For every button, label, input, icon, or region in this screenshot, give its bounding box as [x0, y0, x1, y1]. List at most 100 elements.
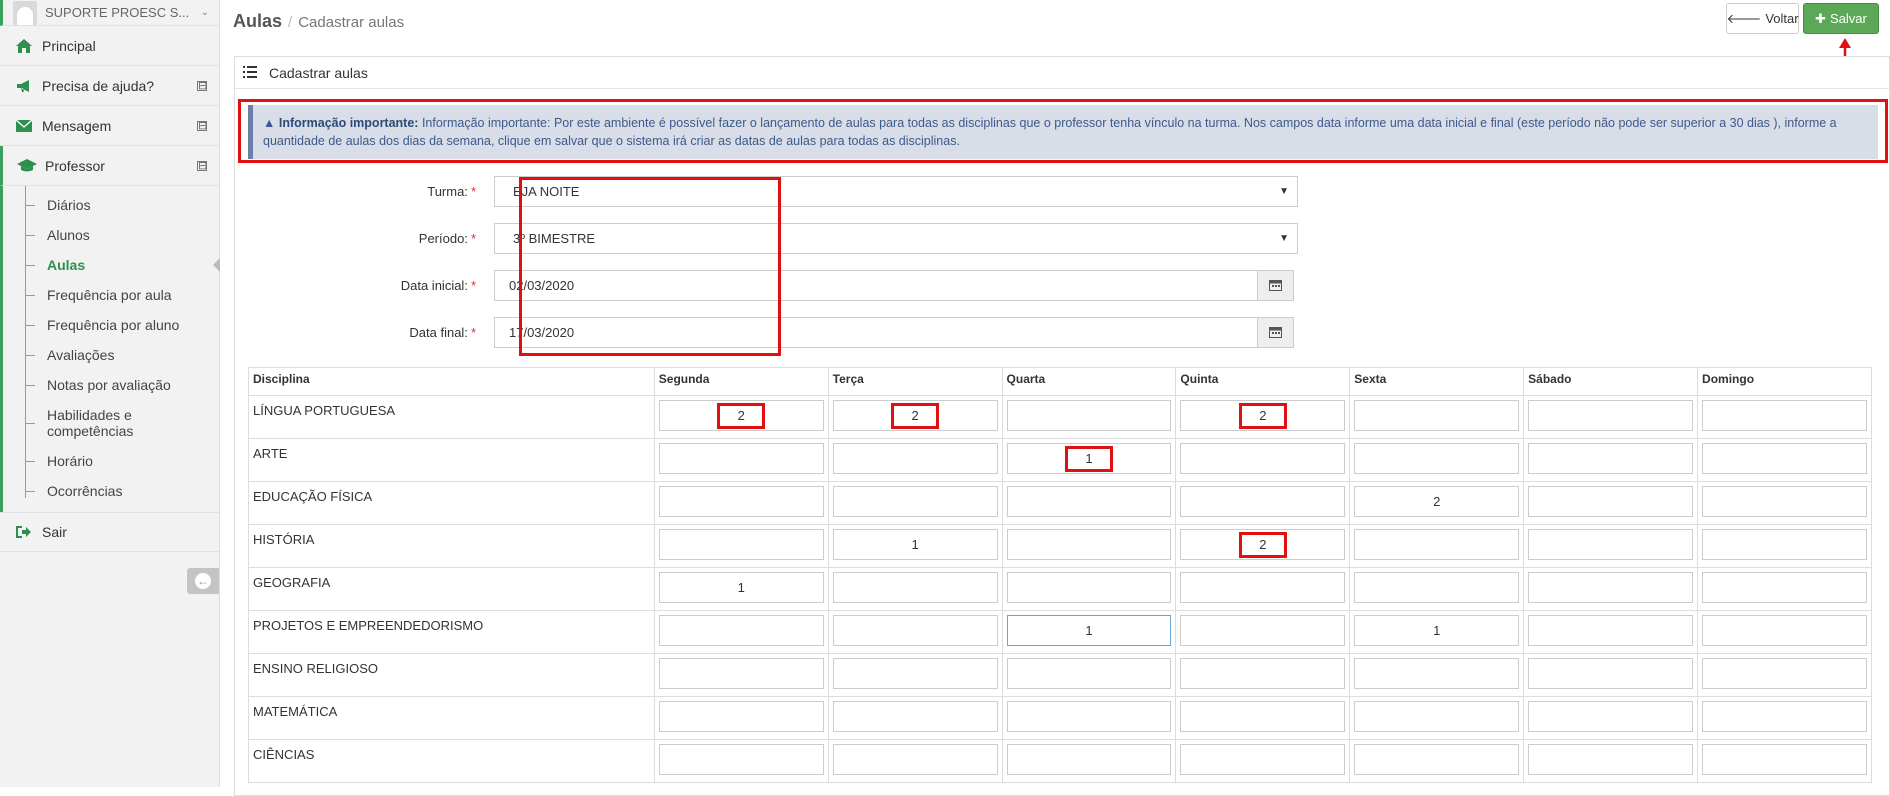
- collapse-toggle-icon[interactable]: ⊟: [197, 80, 207, 91]
- aulas-count-input[interactable]: [1006, 701, 1172, 732]
- aulas-count-input[interactable]: [1180, 658, 1346, 689]
- aulas-count-input[interactable]: [1354, 529, 1520, 560]
- aulas-count-input[interactable]: [1702, 744, 1867, 775]
- salvar-button[interactable]: ✚ Salvar: [1803, 3, 1879, 34]
- aulas-count-input[interactable]: [658, 443, 824, 474]
- aulas-count-input[interactable]: [1180, 572, 1346, 603]
- periodo-select[interactable]: 3º BIMESTRE ▼: [494, 222, 1298, 254]
- sidebar-subitem-alunos[interactable]: Alunos: [3, 220, 219, 250]
- aulas-count-input[interactable]: [658, 744, 824, 775]
- aulas-count-input[interactable]: [1702, 572, 1867, 603]
- aulas-count-input[interactable]: [1702, 400, 1867, 431]
- aulas-count-input[interactable]: [658, 615, 824, 646]
- sidebar-item-sair[interactable]: Sair: [0, 512, 219, 552]
- sidebar-subitem-avaliacoes[interactable]: Avaliações: [3, 340, 219, 370]
- aulas-count-input[interactable]: [1180, 615, 1346, 646]
- aulas-count-input[interactable]: [832, 658, 998, 689]
- sidebar-item-professor[interactable]: Professor ⊟: [0, 146, 219, 186]
- sidebar-item-principal[interactable]: Principal: [0, 26, 219, 66]
- sidebar-subitem-diarios[interactable]: Diários: [3, 190, 219, 220]
- value-highlight-box: [891, 402, 940, 429]
- list-icon: [243, 65, 257, 81]
- sidebar-subitem-habilidades[interactable]: Habilidades e competências: [3, 400, 219, 446]
- aulas-count-input[interactable]: [1354, 443, 1520, 474]
- aulas-count-input[interactable]: [1528, 615, 1694, 646]
- aulas-count-input[interactable]: [1702, 486, 1867, 517]
- aulas-count-input[interactable]: 1: [1006, 443, 1172, 474]
- aulas-count-input[interactable]: [832, 572, 998, 603]
- aulas-count-input[interactable]: 1: [1006, 615, 1172, 646]
- sidebar-item-label: Professor: [45, 157, 105, 174]
- aulas-count-input[interactable]: [832, 615, 998, 646]
- collapse-toggle-icon[interactable]: ⊟: [197, 120, 207, 131]
- aulas-count-input[interactable]: [1006, 658, 1172, 689]
- aulas-count-input[interactable]: [1702, 443, 1867, 474]
- aulas-count-input[interactable]: [1528, 658, 1694, 689]
- aulas-count-input[interactable]: [1528, 572, 1694, 603]
- aulas-count-input[interactable]: [658, 701, 824, 732]
- aulas-count-input[interactable]: 2: [658, 400, 824, 431]
- aulas-count-input[interactable]: [1528, 744, 1694, 775]
- chevron-down-icon[interactable]: ⌄: [201, 7, 209, 18]
- aulas-count-input[interactable]: [1006, 529, 1172, 560]
- aulas-count-input[interactable]: [1354, 572, 1520, 603]
- sidebar-subitem-frequencia-aula[interactable]: Frequência por aula: [3, 280, 219, 310]
- aulas-count-input[interactable]: [658, 658, 824, 689]
- sidebar-subitem-aulas[interactable]: Aulas: [3, 250, 220, 280]
- voltar-button[interactable]: 🡐 Voltar: [1726, 3, 1799, 34]
- aulas-count-input[interactable]: 2: [1180, 529, 1346, 560]
- day-cell: [827, 610, 1003, 654]
- calendar-icon[interactable]: [1258, 269, 1294, 301]
- aulas-count-input[interactable]: 2: [1354, 486, 1520, 517]
- collapse-toggle-icon[interactable]: ⊟: [197, 160, 207, 171]
- sidebar-item-mensagem[interactable]: Mensagem ⊟: [0, 106, 219, 146]
- calendar-icon[interactable]: [1258, 316, 1294, 348]
- sidebar-subitem-frequencia-aluno[interactable]: Frequência por aluno: [3, 310, 219, 340]
- aulas-count-input[interactable]: [1006, 744, 1172, 775]
- aulas-count-input[interactable]: [1528, 400, 1694, 431]
- sidebar-collapse-button[interactable]: ←: [187, 568, 219, 594]
- aulas-count-input[interactable]: 1: [832, 529, 998, 560]
- aulas-count-input[interactable]: 2: [1180, 400, 1346, 431]
- aulas-count-input[interactable]: [1702, 529, 1867, 560]
- aulas-count-input[interactable]: 1: [658, 572, 824, 603]
- aulas-count-input[interactable]: [832, 701, 998, 732]
- sidebar-item-ajuda[interactable]: Precisa de ajuda? ⊟: [0, 66, 219, 106]
- aulas-count-input[interactable]: [1702, 615, 1867, 646]
- turma-select[interactable]: EJA NOITE ▼: [494, 175, 1298, 207]
- data-final-input[interactable]: 17/03/2020: [494, 316, 1258, 348]
- sidebar-subitem-notas[interactable]: Notas por avaliação: [3, 370, 219, 400]
- aulas-count-input[interactable]: [832, 744, 998, 775]
- aulas-count-input[interactable]: [658, 529, 824, 560]
- aulas-count-input[interactable]: 1: [1354, 615, 1520, 646]
- top-bar: Aulas / Cadastrar aulas 🡐 Voltar ✚ Salvar: [221, 0, 1890, 84]
- aulas-count-input[interactable]: [1354, 744, 1520, 775]
- day-cell: [1001, 653, 1177, 697]
- aulas-count-input[interactable]: [1006, 486, 1172, 517]
- aulas-count-input[interactable]: [1006, 400, 1172, 431]
- aulas-count-input[interactable]: [658, 486, 824, 517]
- aulas-count-input[interactable]: [1702, 701, 1867, 732]
- aulas-count-input[interactable]: [1702, 658, 1867, 689]
- aulas-count-input[interactable]: [1354, 658, 1520, 689]
- aulas-count-input[interactable]: [1528, 443, 1694, 474]
- sidebar-subitem-label: Horário: [47, 453, 93, 469]
- sidebar-subitem-horario[interactable]: Horário: [3, 446, 219, 476]
- sidebar-subitem-ocorrencias[interactable]: Ocorrências: [3, 476, 219, 506]
- aulas-count-input[interactable]: [1180, 744, 1346, 775]
- aulas-count-input[interactable]: [1354, 701, 1520, 732]
- data-inicial-input[interactable]: 02/03/2020: [494, 269, 1258, 301]
- aulas-count-input[interactable]: [1180, 486, 1346, 517]
- user-name: SUPORTE PROESC S...: [45, 5, 190, 20]
- aulas-count-input[interactable]: [1528, 529, 1694, 560]
- aulas-count-input[interactable]: [832, 486, 998, 517]
- aulas-count-input[interactable]: [1006, 572, 1172, 603]
- user-menu[interactable]: SUPORTE PROESC S... ⌄: [0, 0, 219, 26]
- aulas-count-input[interactable]: [1528, 486, 1694, 517]
- aulas-count-input[interactable]: 2: [832, 400, 998, 431]
- aulas-count-input[interactable]: [1180, 701, 1346, 732]
- aulas-count-input[interactable]: [1354, 400, 1520, 431]
- aulas-count-input[interactable]: [832, 443, 998, 474]
- aulas-count-input[interactable]: [1528, 701, 1694, 732]
- aulas-count-input[interactable]: [1180, 443, 1346, 474]
